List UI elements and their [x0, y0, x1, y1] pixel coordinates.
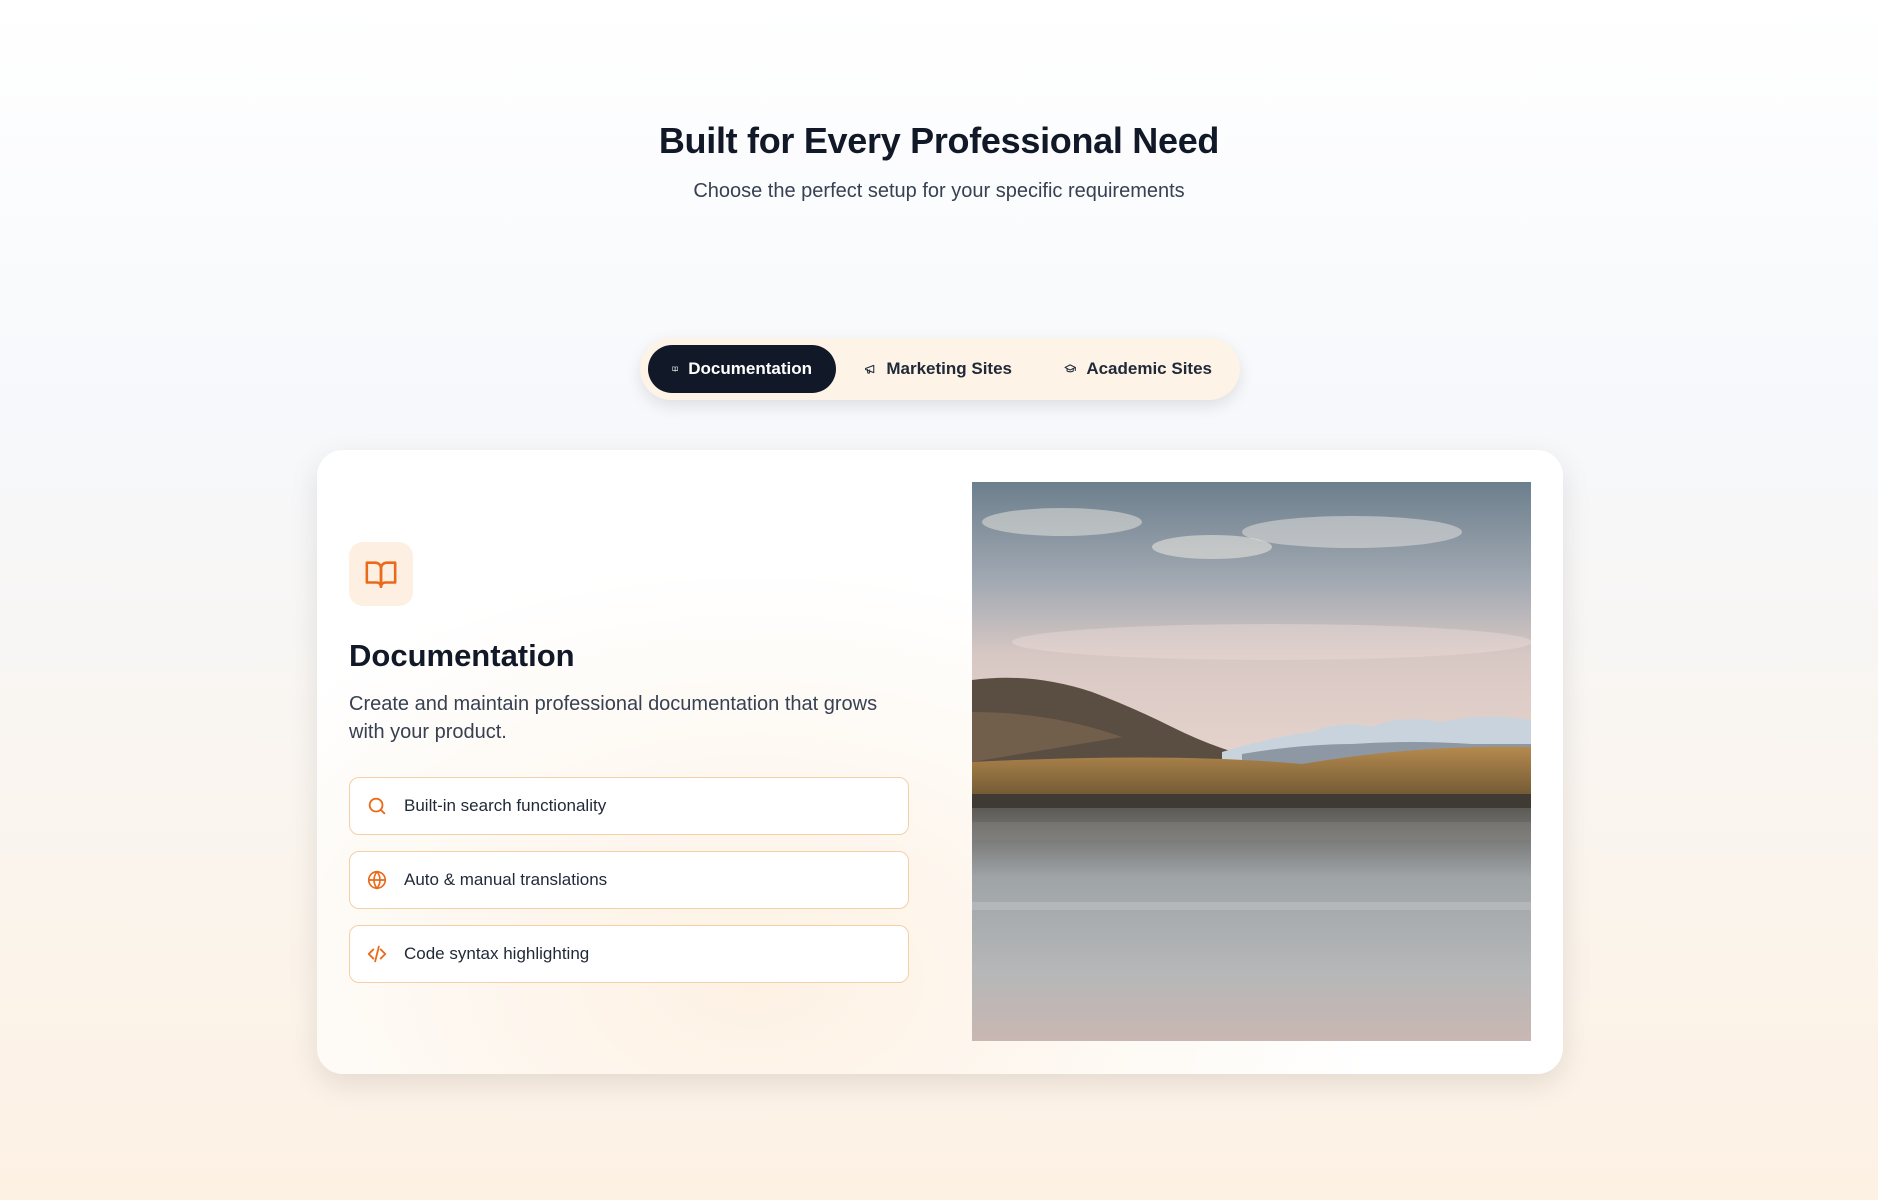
feature-item-translations: Auto & manual translations — [349, 851, 909, 909]
card-title: Documentation — [349, 638, 575, 673]
page-subtitle: Choose the perfect setup for your specif… — [693, 180, 1185, 202]
use-case-tabs: Documentation Marketing Sites Academic S… — [640, 338, 1240, 400]
megaphone-icon — [865, 364, 875, 374]
page-title: Built for Every Professional Need — [658, 120, 1220, 161]
tab-label: Academic Sites — [1086, 359, 1212, 378]
tab-documentation[interactable]: Documentation — [648, 345, 836, 393]
tab-label: Marketing Sites — [886, 359, 1012, 378]
hero-section: Built for Every Professional Need Choose… — [0, 120, 1878, 203]
feature-label: Auto & manual translations — [404, 870, 608, 889]
globe-icon — [367, 870, 387, 890]
graduation-cap-icon — [1064, 364, 1076, 373]
tab-academic-sites[interactable]: Academic Sites — [1040, 345, 1236, 393]
feature-label: Built-in search functionality — [404, 796, 607, 815]
feature-item-search: Built-in search functionality — [349, 777, 909, 835]
book-icon — [365, 561, 397, 589]
feature-label: Code syntax highlighting — [404, 944, 590, 963]
landscape-image — [972, 482, 1531, 1041]
book-icon — [672, 366, 679, 372]
card-description: Create and maintain professional documen… — [349, 693, 878, 743]
code-icon — [367, 945, 387, 963]
feature-card: Documentation Create and maintain profes… — [317, 450, 1563, 1074]
card-icon-badge — [349, 542, 413, 606]
tab-label: Documentation — [688, 359, 812, 378]
tab-marketing-sites[interactable]: Marketing Sites — [840, 345, 1036, 393]
feature-item-syntax: Code syntax highlighting — [349, 925, 909, 983]
search-icon — [368, 797, 386, 815]
